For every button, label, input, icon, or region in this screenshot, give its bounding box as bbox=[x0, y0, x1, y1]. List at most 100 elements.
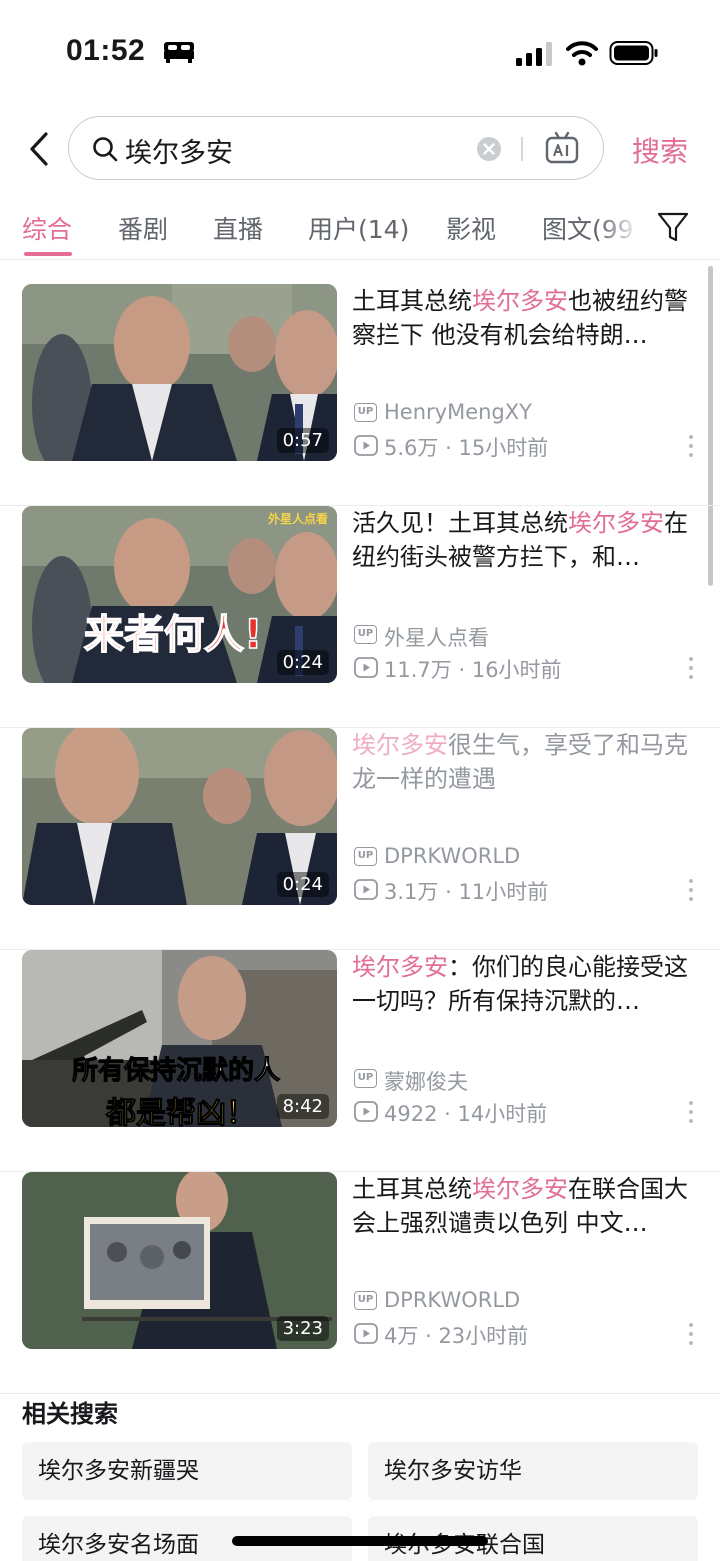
thumbnail-watermark: 外星人点看 bbox=[268, 512, 329, 526]
status-bar: 01:52 bbox=[0, 0, 720, 100]
view-count: 5.6万 bbox=[384, 436, 439, 460]
tab-users[interactable]: 用户(14) bbox=[308, 210, 409, 246]
stats-text: 4922 · 14小时前 bbox=[384, 1098, 547, 1128]
up-badge-icon: UP bbox=[354, 625, 377, 644]
title-highlight: 埃尔多安 bbox=[472, 287, 568, 315]
title-highlight: 埃尔多安 bbox=[568, 509, 664, 537]
video-duration: 0:24 bbox=[276, 872, 329, 897]
tab-all[interactable]: 综合 bbox=[22, 210, 72, 246]
tab-live[interactable]: 直播 bbox=[213, 210, 263, 246]
author-name: 外星人点看 bbox=[384, 626, 489, 650]
clear-icon[interactable] bbox=[475, 135, 503, 163]
separator: · bbox=[445, 436, 452, 460]
more-icon[interactable] bbox=[684, 876, 698, 904]
signal-icon bbox=[516, 42, 552, 66]
more-icon[interactable] bbox=[684, 1320, 698, 1348]
title-highlight: 埃尔多安 bbox=[352, 731, 448, 759]
author-name: DPRKWORLD bbox=[384, 844, 521, 868]
separator: · bbox=[458, 658, 466, 682]
play-count-icon bbox=[354, 657, 378, 678]
tab-fade bbox=[598, 200, 658, 258]
status-time: 01:52 bbox=[66, 34, 146, 67]
more-icon[interactable] bbox=[684, 1098, 698, 1126]
back-icon[interactable] bbox=[22, 130, 56, 168]
title-highlight: 埃尔多安 bbox=[352, 953, 448, 981]
battery-icon bbox=[609, 41, 658, 65]
author-name: 蒙娜俊夫 bbox=[384, 1070, 468, 1094]
play-count-icon bbox=[354, 879, 378, 900]
author-name: DPRKWORLD bbox=[384, 1288, 521, 1312]
video-duration: 0:24 bbox=[276, 650, 329, 675]
video-title[interactable]: 埃尔多安：你们的良心能接受这一切吗？所有保持沉默的… bbox=[352, 950, 698, 1018]
more-icon[interactable] bbox=[684, 654, 698, 682]
home-indicator[interactable] bbox=[232, 1536, 488, 1546]
search-button[interactable]: 搜索 bbox=[632, 130, 688, 170]
separator: · bbox=[444, 1102, 451, 1126]
video-title[interactable]: 土耳其总统埃尔多安也被纽约警察拦下 他没有机会给特朗… bbox=[352, 284, 698, 352]
up-badge-icon: UP bbox=[354, 1069, 377, 1088]
separator: · bbox=[425, 1324, 432, 1348]
title-text: 土耳其总统 bbox=[352, 1175, 472, 1203]
title-text: 活久见！土耳其总统 bbox=[352, 509, 568, 537]
video-thumbnail[interactable]: 0:24 bbox=[22, 728, 337, 905]
video-title[interactable]: 埃尔多安很生气，享受了和马克龙一样的遭遇 bbox=[352, 728, 698, 796]
related-searches-title: 相关搜索 bbox=[22, 1400, 118, 1428]
publish-time: 11小时前 bbox=[458, 880, 549, 904]
search-divider bbox=[521, 137, 523, 161]
video-duration: 0:57 bbox=[276, 428, 329, 453]
filter-icon[interactable] bbox=[656, 210, 690, 244]
play-count-icon bbox=[354, 1101, 378, 1122]
result-tabs: 综合 番剧 直播 用户(14) 影视 图文(99 bbox=[0, 200, 720, 260]
search-query[interactable]: 埃尔多安 bbox=[125, 131, 233, 170]
video-thumbnail[interactable]: 0:57 bbox=[22, 284, 337, 461]
ai-icon[interactable] bbox=[545, 131, 579, 165]
view-count: 4万 bbox=[384, 1324, 419, 1348]
thumbnail-caption: 来者何人! bbox=[83, 611, 263, 659]
play-count-icon bbox=[354, 435, 378, 456]
stats-text: 4万 · 23小时前 bbox=[384, 1320, 528, 1350]
video-duration: 8:42 bbox=[276, 1094, 329, 1119]
video-duration: 3:23 bbox=[276, 1316, 329, 1341]
more-icon[interactable] bbox=[684, 432, 698, 460]
tab-film[interactable]: 影视 bbox=[446, 210, 496, 246]
stats-text: 3.1万 · 11小时前 bbox=[384, 876, 548, 906]
video-card[interactable]: 3:23 土耳其总统埃尔多安在联合国大会上强烈谴责以色列 中文… UP DPRK… bbox=[0, 1172, 720, 1394]
publish-time: 15小时前 bbox=[458, 436, 549, 460]
bed-icon bbox=[164, 42, 194, 63]
stats-text: 11.7万 · 16小时前 bbox=[384, 654, 562, 684]
tab-anime[interactable]: 番剧 bbox=[118, 210, 168, 246]
publish-time: 16小时前 bbox=[471, 658, 562, 682]
title-text: 土耳其总统 bbox=[352, 287, 472, 315]
author-name: HenryMengXY bbox=[384, 400, 532, 424]
play-count-icon bbox=[354, 1323, 378, 1344]
video-card[interactable]: 0:24 埃尔多安很生气，享受了和马克龙一样的遭遇 UP DPRKWORLD 3… bbox=[0, 728, 720, 950]
related-search-tag[interactable]: 埃尔多安新疆哭 bbox=[22, 1442, 352, 1500]
title-highlight: 埃尔多安 bbox=[472, 1175, 568, 1203]
thumbnail-caption: 所有保持沉默的人 bbox=[71, 1056, 281, 1087]
view-count: 4922 bbox=[384, 1102, 438, 1126]
video-title[interactable]: 土耳其总统埃尔多安在联合国大会上强烈谴责以色列 中文… bbox=[352, 1172, 698, 1240]
video-card[interactable]: 0:57 土耳其总统埃尔多安也被纽约警察拦下 他没有机会给特朗… UP Henr… bbox=[0, 284, 720, 506]
up-badge-icon: UP bbox=[354, 1291, 377, 1310]
up-badge-icon: UP bbox=[354, 847, 377, 866]
related-search-tag[interactable]: 埃尔多安访华 bbox=[368, 1442, 698, 1500]
view-count: 3.1万 bbox=[384, 880, 439, 904]
wifi-icon bbox=[566, 41, 598, 66]
up-badge-icon: UP bbox=[354, 403, 377, 422]
publish-time: 14小时前 bbox=[457, 1102, 548, 1126]
view-count: 11.7万 bbox=[384, 658, 452, 682]
search-header: 埃尔多安 搜索 bbox=[0, 116, 720, 182]
video-thumbnail[interactable]: 3:23 bbox=[22, 1172, 337, 1349]
thumbnail-caption: 都是帮凶！ bbox=[106, 1096, 257, 1128]
search-icon bbox=[93, 137, 118, 162]
active-tab-indicator bbox=[24, 252, 72, 256]
publish-time: 23小时前 bbox=[438, 1324, 529, 1348]
video-thumbnail[interactable]: 外星人点看 来者何人! 0:24 bbox=[22, 506, 337, 683]
video-thumbnail[interactable]: 所有保持沉默的人 都是帮凶！ 8:42 bbox=[22, 950, 337, 1127]
stats-text: 5.6万 · 15小时前 bbox=[384, 432, 548, 462]
search-input[interactable]: 埃尔多安 bbox=[68, 116, 604, 180]
video-card[interactable]: 外星人点看 来者何人! 0:24 活久见！土耳其总统埃尔多安在纽约街头被警方拦下… bbox=[0, 506, 720, 728]
separator: · bbox=[445, 880, 452, 904]
video-title[interactable]: 活久见！土耳其总统埃尔多安在纽约街头被警方拦下，和… bbox=[352, 506, 698, 574]
video-card[interactable]: 所有保持沉默的人 都是帮凶！ 8:42 埃尔多安：你们的良心能接受这一切吗？所有… bbox=[0, 950, 720, 1172]
